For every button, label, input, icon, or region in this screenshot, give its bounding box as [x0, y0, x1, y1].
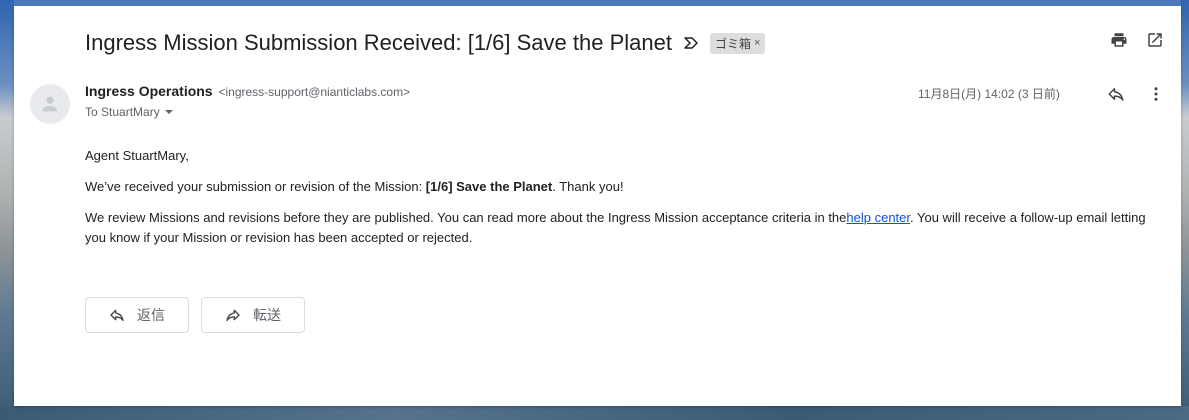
more-vert-icon[interactable] [1146, 84, 1166, 104]
email-view: Ingress Mission Submission Received: [1/… [14, 6, 1181, 406]
reply-icon[interactable] [1106, 84, 1126, 104]
recipient-line[interactable]: To StuartMary [85, 105, 174, 119]
print-icon[interactable] [1109, 30, 1129, 50]
help-center-link[interactable]: help center [846, 210, 910, 225]
subject-row: Ingress Mission Submission Received: [1/… [85, 28, 1161, 58]
reply-button[interactable]: 返信 [85, 297, 189, 333]
recipient-text: To StuartMary [85, 105, 160, 119]
forward-button-label: 転送 [253, 307, 281, 323]
email-subject: Ingress Mission Submission Received: [1/… [85, 30, 672, 55]
email-body: Agent StuartMary, We’ve received your su… [85, 146, 1165, 259]
forward-button[interactable]: 転送 [201, 297, 305, 333]
important-marker-icon[interactable] [684, 35, 700, 51]
chevron-down-icon[interactable] [164, 107, 174, 117]
reply-forward-buttons: 返信 転送 [85, 297, 305, 333]
label-chip-trash: ゴミ箱 × [709, 32, 766, 54]
p1-text-before: We’ve received your submission or revisi… [85, 179, 426, 194]
desktop-background-bottom [0, 406, 1189, 420]
body-paragraph-2: We review Missions and revisions before … [85, 208, 1165, 248]
email-date: 11月8日(月) 14:02 (3 日前) [918, 87, 1060, 101]
p1-text-after: . Thank you! [552, 179, 624, 194]
sender-name[interactable]: Ingress Operations [85, 83, 213, 99]
mission-name: [1/6] Save the Planet [425, 179, 553, 194]
desktop-background-right [1181, 0, 1189, 420]
avatar-person-icon [42, 96, 58, 112]
body-paragraph-1: We’ve received your submission or revisi… [85, 177, 1165, 197]
sender-email: <ingress-support@nianticlabs.com> [218, 85, 411, 99]
top-actions [1109, 30, 1165, 50]
reply-icon [110, 309, 124, 321]
p2-text-before: We review Missions and revisions before … [85, 210, 847, 225]
sender-line: Ingress Operations <ingress-support@nian… [85, 83, 410, 99]
desktop-background-left [0, 0, 14, 420]
greeting: Agent StuartMary, [85, 148, 189, 163]
reply-button-label: 返信 [137, 307, 165, 323]
open-in-new-window-icon[interactable] [1145, 30, 1165, 50]
sender-avatar[interactable] [30, 84, 70, 124]
label-remove-button[interactable]: × [754, 37, 760, 49]
forward-icon [226, 309, 240, 321]
label-chip-text: ゴミ箱 [714, 36, 751, 51]
